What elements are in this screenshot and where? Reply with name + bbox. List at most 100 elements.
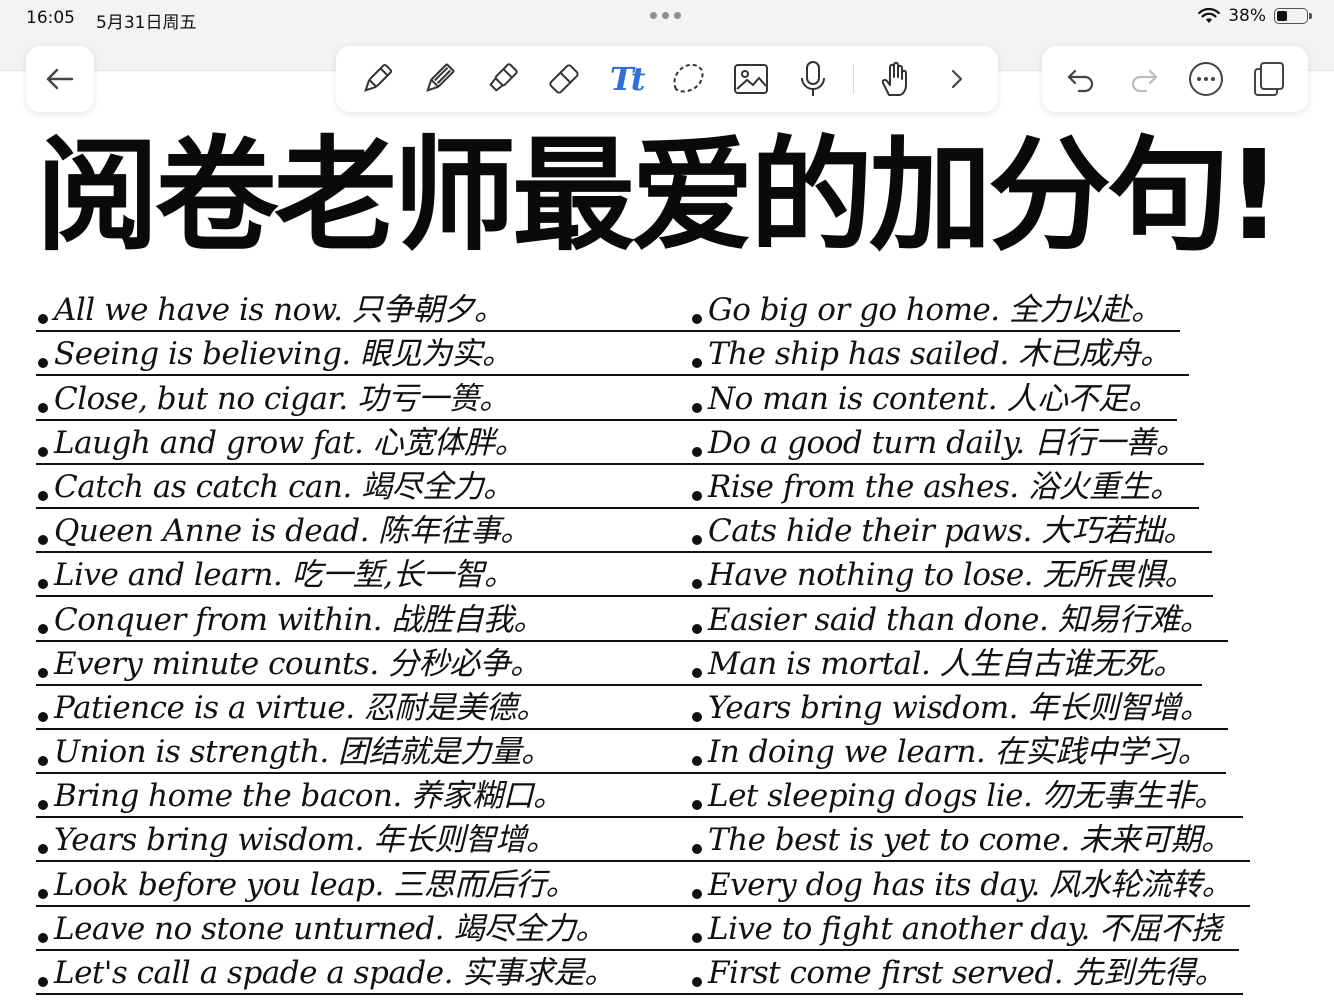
phrase-text: Let sleeping dogs lie. 勿无事生非。 (708, 778, 1225, 815)
bullet-icon (692, 579, 702, 590)
phrase-text: Live to fight another day. 不屈不挠 (708, 910, 1222, 947)
phrase-text: Patience is a virtue. 忍耐是美德。 (54, 689, 547, 726)
page-title: 阅卷老师最爱的加分句! (36, 125, 1282, 268)
bullet-icon (692, 402, 702, 413)
phrase-row: All we have is now. 只争朝夕。 (36, 288, 690, 333)
phrase-row: Live and learn. 吃一堑,长一智。 (36, 553, 690, 598)
battery-icon (1274, 8, 1312, 24)
bullet-icon (692, 490, 702, 501)
phrase-text: Close, but no cigar. 功亏一篑。 (54, 380, 510, 417)
phrase-row: Patience is a virtue. 忍耐是美德。 (36, 686, 690, 730)
phrase-row: Go big or go home. 全力以赴。 (690, 288, 1180, 333)
bullet-icon (692, 535, 702, 546)
phrase-text: Rise from the ashes. 浴火重生。 (708, 468, 1181, 505)
back-arrow-icon[interactable] (38, 57, 82, 101)
status-time: 16:05 (26, 8, 75, 28)
bullet-icon (38, 800, 48, 811)
phrase-text: The best is yet to come. 未来可期。 (708, 822, 1232, 859)
bullet-icon (692, 667, 702, 678)
phrase-text: Conquer from within. 战胜自我。 (54, 601, 544, 638)
phrase-row: Close, but no cigar. 功亏一篑。 (36, 376, 690, 421)
phrase-text: Laugh and grow fat. 心宽体胖。 (54, 424, 526, 461)
bullet-icon (38, 579, 48, 590)
bullet-icon (692, 756, 702, 767)
phrase-row: Union is strength. 团结就是力量。 (36, 730, 690, 775)
phrase-row: Years bring wisdom. 年长则智增。 (690, 686, 1228, 730)
phrase-row: Seeing is believing. 眼见为实。 (36, 332, 690, 377)
phrase-column-right: Go big or go home. 全力以赴。 The ship has sai… (690, 288, 1250, 995)
phrase-text: Every minute counts. 分秒必争。 (54, 645, 541, 682)
bullet-icon (38, 402, 48, 413)
phrase-row: Conquer from within. 战胜自我。 (36, 597, 690, 642)
bullet-icon (38, 711, 48, 722)
phrase-text: Do a good turn daily. 日行一善。 (708, 424, 1187, 461)
bullet-icon (38, 756, 48, 767)
multitasking-dots-icon[interactable] (650, 12, 681, 19)
phrase-text: All we have is now. 只争朝夕。 (54, 292, 505, 329)
phrase-row: Cats hide their paws. 大巧若拙。 (690, 509, 1212, 554)
pencil-icon[interactable] (417, 57, 461, 101)
phrase-text: Bring home the bacon. 养家糊口。 (54, 778, 564, 815)
phrase-row: Catch as catch can. 竭尽全力。 (36, 465, 690, 509)
phrase-text: First come first served. 先到先得。 (708, 955, 1226, 991)
phrase-text: Go big or go home. 全力以赴。 (708, 292, 1162, 329)
microphone-icon[interactable] (791, 57, 835, 101)
undo-icon[interactable] (1059, 57, 1103, 101)
phrase-row: Rise from the ashes. 浴火重生。 (690, 465, 1199, 509)
bullet-icon (692, 623, 702, 634)
phrase-row: Years bring wisdom. 年长则智增。 (36, 818, 690, 863)
bullet-icon (38, 446, 48, 457)
bullet-icon (692, 711, 702, 722)
chevron-right-icon[interactable] (935, 57, 979, 101)
phrase-row: Have nothing to lose. 无所畏惧。 (690, 553, 1213, 598)
status-date: 5月31日周五 (96, 13, 197, 33)
phrase-row: Let sleeping dogs lie. 勿无事生非。 (690, 774, 1243, 819)
phrase-text: Have nothing to lose. 无所畏惧。 (708, 557, 1195, 594)
phrase-row: In doing we learn. 在实践中学习。 (690, 730, 1226, 775)
phrase-text: Leave no stone unturned. 竭尽全力。 (54, 910, 606, 947)
wifi-icon (1198, 8, 1221, 24)
phrase-text: Easier said than done. 知易行难。 (708, 601, 1211, 638)
phrase-row: Leave no stone unturned. 竭尽全力。 (36, 907, 690, 951)
phrase-text: Union is strength. 团结就是力量。 (54, 734, 552, 771)
back-button-container (26, 46, 94, 112)
phrase-text: Every dog has its day. 风水轮流转。 (708, 866, 1233, 903)
highlighter-icon[interactable] (480, 57, 524, 101)
bullet-icon (38, 932, 48, 943)
bullet-icon (692, 314, 702, 325)
bullet-icon (38, 977, 48, 987)
pen-icon[interactable] (355, 57, 399, 101)
bullet-icon (692, 446, 702, 457)
bullet-icon (38, 623, 48, 634)
phrase-text: Queen Anne is dead. 陈年往事。 (54, 513, 531, 550)
phrase-row: Man is mortal. 人生自古谁无死。 (690, 642, 1202, 686)
phrase-text: Catch as catch can. 竭尽全力。 (54, 468, 514, 505)
bullet-icon (692, 888, 702, 899)
eraser-icon[interactable] (542, 57, 586, 101)
image-icon[interactable] (729, 57, 773, 101)
phrase-row: Easier said than done. 知易行难。 (690, 597, 1228, 642)
document-actions (1042, 46, 1308, 112)
text-tool-icon[interactable]: Tt (604, 57, 648, 101)
phrase-row: Look before you leap. 三思而后行。 (36, 862, 690, 907)
phrase-text: Man is mortal. 人生自古谁无死。 (708, 645, 1184, 682)
phrase-row: Live to fight another day. 不屈不挠 (690, 907, 1239, 951)
redo-icon[interactable] (1122, 57, 1166, 101)
toolbar-divider (853, 64, 855, 94)
bullet-icon (692, 932, 702, 943)
phrase-row: The ship has sailed. 木已成舟。 (690, 332, 1189, 377)
bullet-icon (38, 888, 48, 899)
phrase-row: Let's call a spade a spade. 实事求是。 (36, 951, 690, 995)
phrase-text: In doing we learn. 在实践中学习。 (708, 734, 1209, 771)
phrase-row: First come first served. 先到先得。 (690, 951, 1243, 995)
hand-touch-icon[interactable] (873, 57, 917, 101)
pages-icon[interactable] (1247, 57, 1291, 101)
more-icon[interactable] (1184, 57, 1228, 101)
phrase-text: Seeing is believing. 眼见为实。 (54, 336, 513, 373)
phrase-row: Bring home the bacon. 养家糊口。 (36, 774, 690, 819)
phrase-text: Cats hide their paws. 大巧若拙。 (708, 513, 1194, 550)
bullet-icon (692, 977, 702, 987)
lasso-icon[interactable] (666, 57, 710, 101)
phrase-text: Years bring wisdom. 年长则智增。 (708, 689, 1211, 726)
phrase-text: Look before you leap. 三思而后行。 (54, 866, 577, 903)
